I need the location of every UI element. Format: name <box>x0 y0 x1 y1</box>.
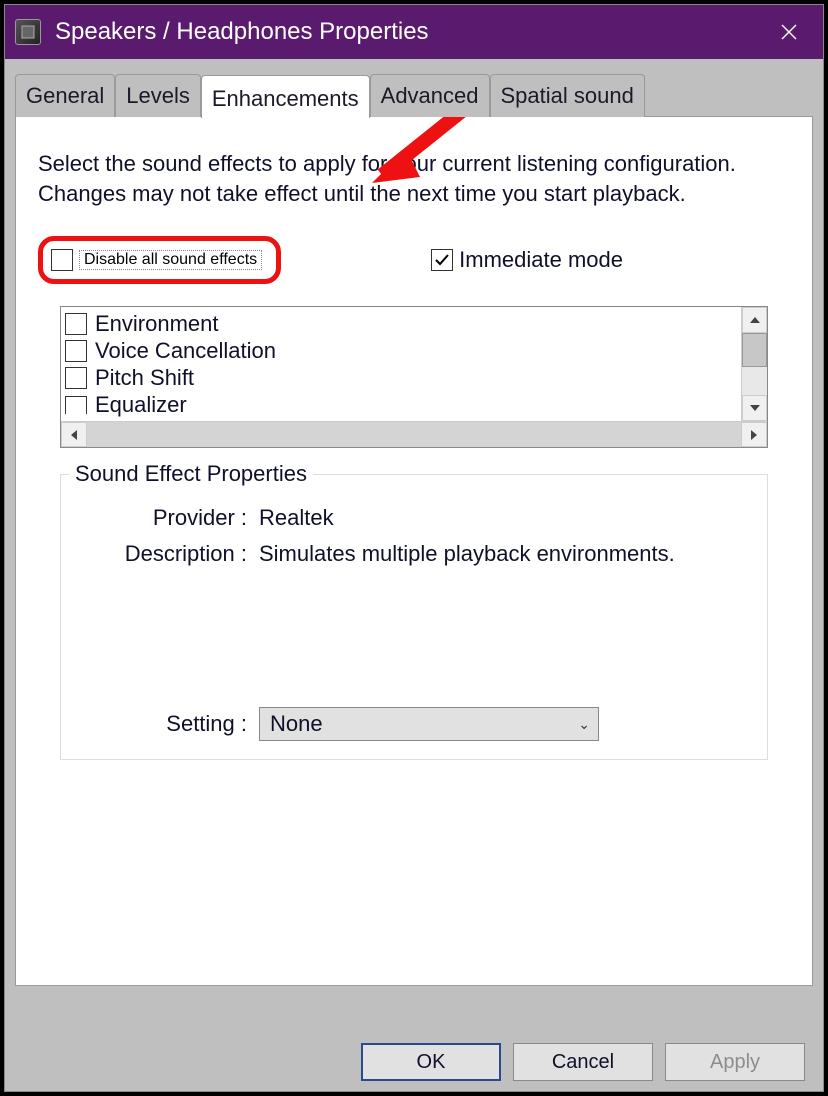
scroll-right-button[interactable] <box>741 422 767 447</box>
annotation-highlight: Disable all sound effects <box>38 236 281 284</box>
provider-row: Provider : Realtek <box>79 505 749 531</box>
chevron-right-icon <box>751 430 757 440</box>
setting-row: Setting : None ⌄ <box>79 707 749 741</box>
effect-checkbox-equalizer[interactable] <box>65 396 87 414</box>
disable-all-sound-effects-checkbox[interactable] <box>51 249 73 271</box>
list-item[interactable]: Environment <box>65 311 737 338</box>
tab-spatial-sound[interactable]: Spatial sound <box>490 74 645 117</box>
chevron-up-icon <box>750 317 760 323</box>
effect-checkbox-pitch-shift[interactable] <box>65 367 87 389</box>
client-area: General Levels Enhancements Advanced Spa… <box>5 59 823 1091</box>
top-check-row: Disable all sound effects Immediate mode <box>38 236 790 284</box>
app-icon <box>15 19 41 45</box>
titlebar: Speakers / Headphones Properties <box>5 5 823 59</box>
scroll-left-button[interactable] <box>61 422 87 447</box>
list-item[interactable]: Voice Cancellation <box>65 338 737 365</box>
vertical-scroll-thumb[interactable] <box>742 333 767 367</box>
window-title: Speakers / Headphones Properties <box>55 18 751 46</box>
list-item[interactable]: Equalizer <box>65 392 737 419</box>
description-row: Description : Simulates multiple playbac… <box>79 541 749 567</box>
immediate-mode-checkbox[interactable] <box>431 249 453 271</box>
properties-window: Speakers / Headphones Properties General… <box>4 4 824 1092</box>
close-button[interactable] <box>765 5 813 59</box>
tab-strip: General Levels Enhancements Advanced Spa… <box>15 73 813 116</box>
checkmark-icon <box>434 252 450 268</box>
effect-label: Equalizer <box>95 392 187 418</box>
list-item[interactable]: Pitch Shift <box>65 365 737 392</box>
sound-effect-properties-group: Sound Effect Properties Provider : Realt… <box>60 474 768 760</box>
tab-advanced[interactable]: Advanced <box>370 74 490 117</box>
description-label: Description : <box>79 541 259 567</box>
setting-value: None <box>270 711 323 737</box>
chevron-down-icon <box>750 405 760 411</box>
setting-select[interactable]: None ⌄ <box>259 707 599 741</box>
disable-all-sound-effects-label: Disable all sound effects <box>79 250 262 270</box>
tab-levels[interactable]: Levels <box>115 74 201 117</box>
scroll-up-button[interactable] <box>742 307 767 333</box>
dialog-buttons: OK Cancel Apply <box>361 1043 805 1081</box>
intro-text: Select the sound effects to apply for yo… <box>38 149 738 208</box>
tab-enhancements[interactable]: Enhancements <box>201 75 370 118</box>
vertical-scroll-track[interactable] <box>742 333 767 395</box>
immediate-mode-label: Immediate mode <box>459 247 623 273</box>
effects-list-items: Environment Voice Cancellation Pitch Shi… <box>61 307 741 421</box>
effects-listbox[interactable]: Environment Voice Cancellation Pitch Shi… <box>60 306 768 448</box>
chevron-down-icon: ⌄ <box>578 716 590 733</box>
provider-label: Provider : <box>79 505 259 531</box>
cancel-button[interactable]: Cancel <box>513 1043 653 1081</box>
group-legend: Sound Effect Properties <box>69 461 313 487</box>
provider-value: Realtek <box>259 505 749 531</box>
effect-label: Environment <box>95 311 219 337</box>
effect-checkbox-environment[interactable] <box>65 313 87 335</box>
effect-label: Pitch Shift <box>95 365 194 391</box>
apply-button[interactable]: Apply <box>665 1043 805 1081</box>
immediate-mode-wrap: Immediate mode <box>431 247 623 273</box>
effect-label: Voice Cancellation <box>95 338 276 364</box>
effect-checkbox-voice-cancellation[interactable] <box>65 340 87 362</box>
enhancements-panel: Select the sound effects to apply for yo… <box>15 116 813 986</box>
horizontal-scroll-track[interactable] <box>87 422 741 447</box>
ok-button[interactable]: OK <box>361 1043 501 1081</box>
description-value: Simulates multiple playback environments… <box>259 541 749 567</box>
scroll-down-button[interactable] <box>742 395 767 421</box>
chevron-left-icon <box>71 430 77 440</box>
vertical-scrollbar[interactable] <box>741 307 767 421</box>
setting-label: Setting : <box>79 711 259 737</box>
tab-general[interactable]: General <box>15 74 115 117</box>
close-icon <box>780 23 798 41</box>
horizontal-scrollbar[interactable] <box>61 421 767 447</box>
